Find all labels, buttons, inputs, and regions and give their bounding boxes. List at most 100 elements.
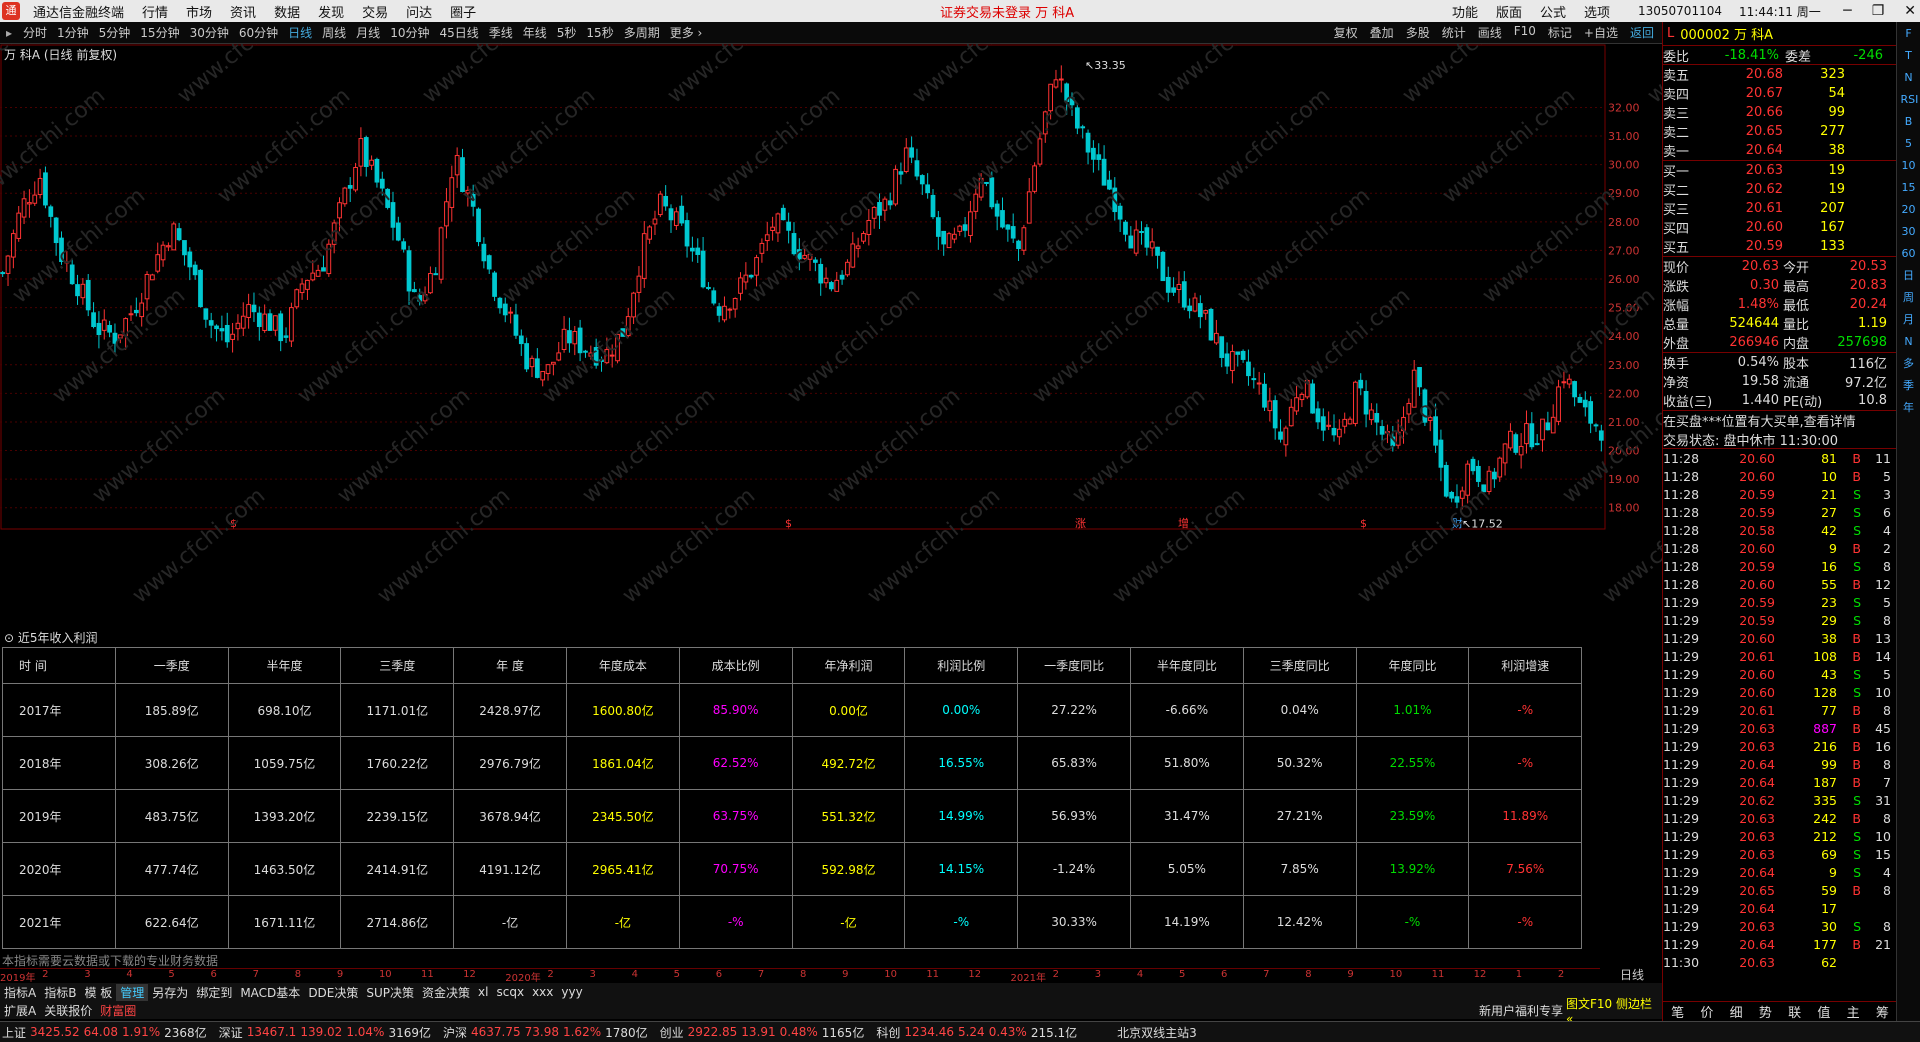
period-tab-12[interactable]: 年线: [518, 24, 552, 41]
side-button-6[interactable]: 10: [1901, 158, 1917, 174]
quote-tab-4[interactable]: 联: [1788, 1002, 1801, 1021]
table-header-3[interactable]: 三季度: [340, 647, 455, 684]
index-name[interactable]: 沪深: [443, 1024, 467, 1041]
side-button-17[interactable]: 年: [1901, 400, 1917, 416]
period-tab-3[interactable]: 15分钟: [135, 24, 184, 41]
menu-item-5[interactable]: 交易: [353, 2, 397, 21]
quote-tab-0[interactable]: 笔: [1671, 1002, 1684, 1021]
indicator-tab-1[interactable]: 指标B: [40, 984, 80, 1001]
side-button-12[interactable]: 周: [1901, 290, 1917, 306]
chart-tool-0[interactable]: 复权: [1334, 24, 1358, 41]
side-button-8[interactable]: 20: [1901, 202, 1917, 218]
table-header-7[interactable]: 年净利润: [791, 647, 906, 684]
stock-code[interactable]: L 000002 万 科A: [1663, 22, 1896, 46]
minimize-icon[interactable]: ─: [1843, 3, 1851, 19]
period-tab-14[interactable]: 15秒: [581, 24, 618, 41]
sub-tab-0[interactable]: 扩展A: [0, 1002, 40, 1019]
day-period-button[interactable]: 日线: [1620, 966, 1644, 983]
period-tab-13[interactable]: 5秒: [552, 24, 582, 41]
table-header-11[interactable]: 三季度同比: [1242, 647, 1357, 684]
quote-tab-3[interactable]: 势: [1759, 1002, 1772, 1021]
menu-item-4[interactable]: 发现: [309, 2, 353, 21]
side-button-7[interactable]: 15: [1901, 180, 1917, 196]
quote-tab-2[interactable]: 细: [1730, 1002, 1743, 1021]
indicator-tab-5[interactable]: 绑定到: [192, 984, 236, 1001]
indicator-tab-13[interactable]: yyy: [557, 985, 586, 999]
chart-tool-2[interactable]: 多股: [1406, 24, 1430, 41]
table-header-1[interactable]: 一季度: [114, 647, 229, 684]
chart-tool-6[interactable]: 标记: [1548, 24, 1572, 41]
chart-tool-1[interactable]: 叠加: [1370, 24, 1394, 41]
table-header-13[interactable]: 利润增速: [1468, 647, 1583, 684]
indicator-tab-0[interactable]: 指标A: [0, 984, 40, 1001]
period-tab-8[interactable]: 月线: [351, 24, 385, 41]
sub-tab-2[interactable]: 财富圈: [96, 1002, 140, 1019]
period-tab-9[interactable]: 10分钟: [385, 24, 434, 41]
indicator-tab-9[interactable]: 资金决策: [418, 984, 474, 1001]
side-button-13[interactable]: 月: [1901, 312, 1917, 328]
table-header-6[interactable]: 成本比例: [678, 647, 793, 684]
chart-tool-5[interactable]: F10: [1514, 24, 1536, 41]
quote-tab-5[interactable]: 值: [1817, 1002, 1830, 1021]
table-header-0[interactable]: 时 间: [2, 647, 116, 684]
quote-tab-7[interactable]: 筹: [1876, 1002, 1889, 1021]
side-button-4[interactable]: B: [1901, 114, 1917, 130]
table-header-5[interactable]: 年度成本: [565, 647, 680, 684]
table-header-9[interactable]: 一季度同比: [1017, 647, 1131, 684]
right-menu-item-1[interactable]: 版面: [1496, 2, 1522, 21]
menu-item-0[interactable]: 行情: [133, 2, 177, 21]
right-menu-item-0[interactable]: 功能: [1452, 2, 1478, 21]
side-button-1[interactable]: T: [1901, 48, 1917, 64]
table-header-2[interactable]: 半年度: [227, 647, 342, 684]
index-name[interactable]: 深证: [219, 1024, 243, 1041]
side-button-3[interactable]: RSI: [1901, 92, 1919, 108]
menu-item-2[interactable]: 资讯: [221, 2, 265, 21]
table-header-12[interactable]: 年度同比: [1355, 647, 1470, 684]
menu-item-6[interactable]: 问达: [397, 2, 441, 21]
period-tab-4[interactable]: 30分钟: [185, 24, 234, 41]
chart-tool-7[interactable]: +自选: [1584, 24, 1618, 41]
menu-item-3[interactable]: 数据: [265, 2, 309, 21]
chart-tool-8[interactable]: 返回: [1630, 24, 1654, 41]
period-tab-6[interactable]: 日线: [283, 24, 317, 41]
news-link[interactable]: 新用户福利专享: [1475, 1002, 1567, 1019]
indicator-tab-3[interactable]: 管理: [116, 983, 149, 1001]
period-tab-16[interactable]: 更多 ›: [665, 24, 708, 41]
period-tab-10[interactable]: 45日线: [434, 24, 483, 41]
kline-chart[interactable]: 32.0031.0030.0029.0028.0027.0026.0025.00…: [0, 44, 1662, 630]
big-order-msg[interactable]: 在买盘***位置有大买单,查看详情: [1663, 411, 1896, 430]
indicator-tab-10[interactable]: xl: [474, 985, 492, 999]
period-tab-0[interactable]: 分时: [18, 24, 52, 41]
side-button-2[interactable]: N: [1901, 70, 1917, 86]
index-name[interactable]: 创业: [660, 1024, 684, 1041]
right-menu-item-3[interactable]: 选项: [1584, 2, 1610, 21]
close-icon[interactable]: ✕: [1904, 3, 1916, 19]
indicator-tab-12[interactable]: xxx: [528, 985, 557, 999]
indicator-tab-2[interactable]: 模 板: [80, 984, 116, 1001]
chart-tool-4[interactable]: 画线: [1478, 24, 1502, 41]
indicator-tab-8[interactable]: SUP决策: [362, 984, 418, 1001]
period-tab-1[interactable]: 1分钟: [52, 24, 94, 41]
server-name[interactable]: 北京双线主站3: [1117, 1024, 1197, 1041]
menu-item-7[interactable]: 圈子: [441, 2, 485, 21]
index-name[interactable]: 科创: [876, 1024, 900, 1041]
sub-tab-1[interactable]: 关联报价: [40, 1002, 96, 1019]
index-name[interactable]: 上证: [2, 1024, 26, 1041]
indicator-tab-7[interactable]: DDE决策: [304, 984, 362, 1001]
side-button-5[interactable]: 5: [1901, 136, 1917, 152]
table-header-10[interactable]: 半年度同比: [1129, 647, 1244, 684]
indicator-tab-6[interactable]: MACD基本: [236, 984, 304, 1001]
side-button-16[interactable]: 季: [1901, 378, 1917, 394]
period-tab-5[interactable]: 60分钟: [234, 24, 283, 41]
period-tab-11[interactable]: 季线: [484, 24, 518, 41]
side-button-0[interactable]: F: [1901, 26, 1917, 42]
period-tab-7[interactable]: 周线: [317, 24, 351, 41]
login-status[interactable]: 证券交易未登录 万 科A: [940, 2, 1074, 21]
side-button-11[interactable]: 日: [1901, 268, 1917, 284]
side-button-9[interactable]: 30: [1901, 224, 1917, 240]
period-tab-2[interactable]: 5分钟: [94, 24, 136, 41]
side-button-15[interactable]: 多: [1901, 356, 1917, 372]
toolbar-toggle-icon[interactable]: ▸: [0, 26, 18, 40]
side-button-14[interactable]: N: [1901, 334, 1917, 350]
side-button-10[interactable]: 60: [1901, 246, 1917, 262]
